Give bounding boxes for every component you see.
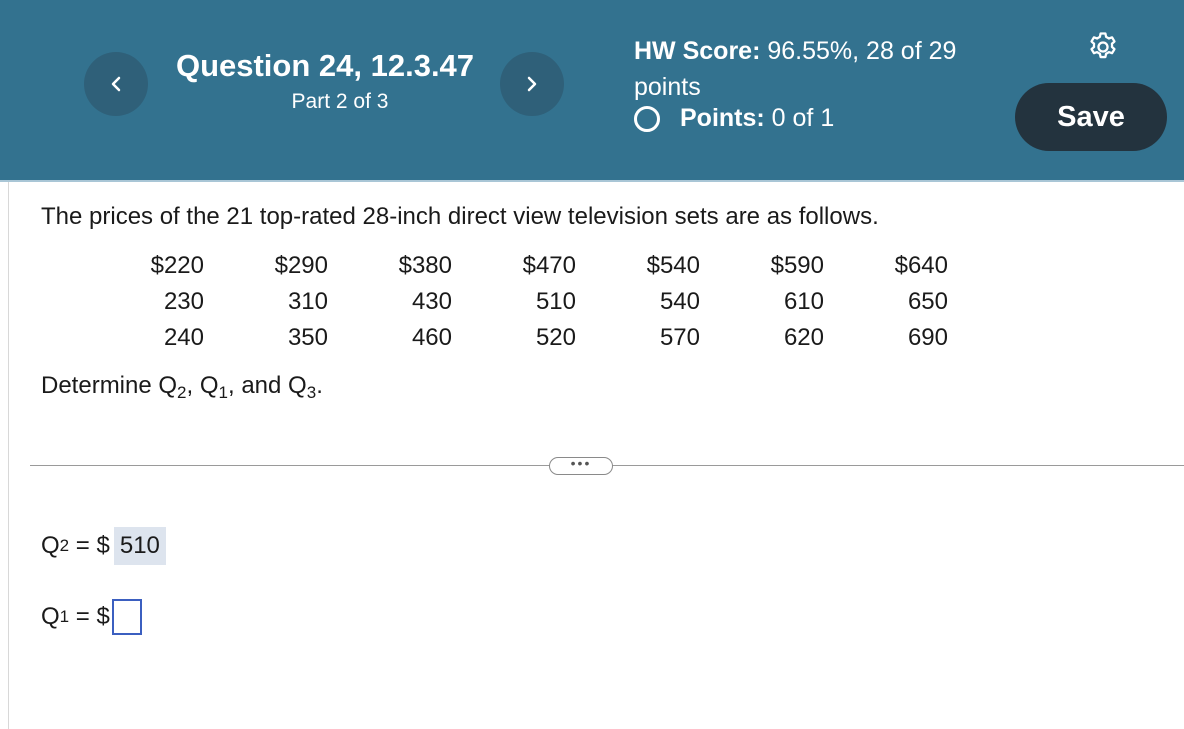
points-row: Points: 0 of 1 xyxy=(634,104,834,133)
subscript: 2 xyxy=(177,383,187,402)
subscript: 2 xyxy=(59,536,70,555)
subscript: 1 xyxy=(218,383,228,402)
price-cell: 510 xyxy=(535,288,576,315)
price-cell: 650 xyxy=(907,288,948,315)
equals-dollar: = $ xyxy=(69,532,110,559)
hw-score-label: HW Score: xyxy=(634,37,761,65)
gear-icon[interactable] xyxy=(1086,30,1120,64)
price-cell: 350 xyxy=(287,324,328,351)
price-cell: 520 xyxy=(535,324,576,351)
previous-question-button[interactable] xyxy=(84,52,148,116)
chevron-right-icon xyxy=(527,76,537,92)
price-cell: 690 xyxy=(907,324,948,351)
determine-text: , Q xyxy=(186,372,219,399)
points-label: Points: xyxy=(680,104,765,132)
price-cell: $540 xyxy=(646,252,700,279)
price-cell: 310 xyxy=(287,288,328,315)
price-cell: 230 xyxy=(163,288,204,315)
chevron-left-icon xyxy=(111,76,121,92)
price-cell: $290 xyxy=(274,252,328,279)
determine-text: . xyxy=(316,372,323,399)
price-row: 230 310 430 510 540 610 650 xyxy=(80,284,948,320)
equals-dollar: = $ xyxy=(69,603,110,630)
price-cell: $590 xyxy=(770,252,824,279)
price-cell: $470 xyxy=(522,252,576,279)
price-cell: 240 xyxy=(163,324,204,351)
q1-label: Q xyxy=(41,603,60,630)
price-cell: 540 xyxy=(659,288,700,315)
status-circle-icon xyxy=(634,105,660,132)
question-title: Question 24, 12.3.47 xyxy=(175,48,475,83)
price-cell: $380 xyxy=(398,252,452,279)
price-cell: 430 xyxy=(411,288,452,315)
question-header: Question 24, 12.3.47 Part 2 of 3 HW Scor… xyxy=(0,0,1184,182)
determine-text: , and Q xyxy=(228,372,307,399)
subscript: 3 xyxy=(306,383,317,402)
q1-answer-row: Q1 = $ xyxy=(41,597,142,637)
expand-more-button[interactable]: ••• xyxy=(549,455,613,475)
price-cell: 570 xyxy=(659,324,700,351)
points-value: 0 of 1 xyxy=(771,104,835,132)
question-part: Part 2 of 3 xyxy=(291,90,389,113)
determine-text: Determine Q xyxy=(41,372,178,399)
determine-instruction: Determine Q2, Q1, and Q3. xyxy=(41,372,323,403)
price-row: $220 $290 $380 $470 $540 $590 $640 xyxy=(80,248,948,284)
subscript: 1 xyxy=(59,607,70,626)
price-table: $220 $290 $380 $470 $540 $590 $640 230 310 430 510… xyxy=(80,248,948,356)
price-cell: 620 xyxy=(783,324,824,351)
price-cell: 610 xyxy=(783,288,824,315)
ellipsis-icon: ••• xyxy=(570,455,592,471)
price-cell: $220 xyxy=(150,252,204,279)
save-button[interactable]: Save xyxy=(1015,83,1167,151)
price-cell: $640 xyxy=(894,252,948,279)
next-question-button[interactable] xyxy=(500,52,564,116)
content-left-border xyxy=(8,182,9,729)
problem-statement: The prices of the 21 top-rated 28-inch d… xyxy=(41,203,879,230)
price-cell: 460 xyxy=(411,324,452,351)
price-row: 240 350 460 520 570 620 690 xyxy=(80,320,948,356)
q2-label: Q xyxy=(41,532,60,559)
q2-answer-row: Q2 = $ 510 xyxy=(41,527,166,565)
q2-answer-value: 510 xyxy=(113,527,166,565)
q1-answer-input[interactable] xyxy=(111,599,142,635)
hw-score: HW Score: 96.55%, 28 of 29 points xyxy=(634,33,964,105)
